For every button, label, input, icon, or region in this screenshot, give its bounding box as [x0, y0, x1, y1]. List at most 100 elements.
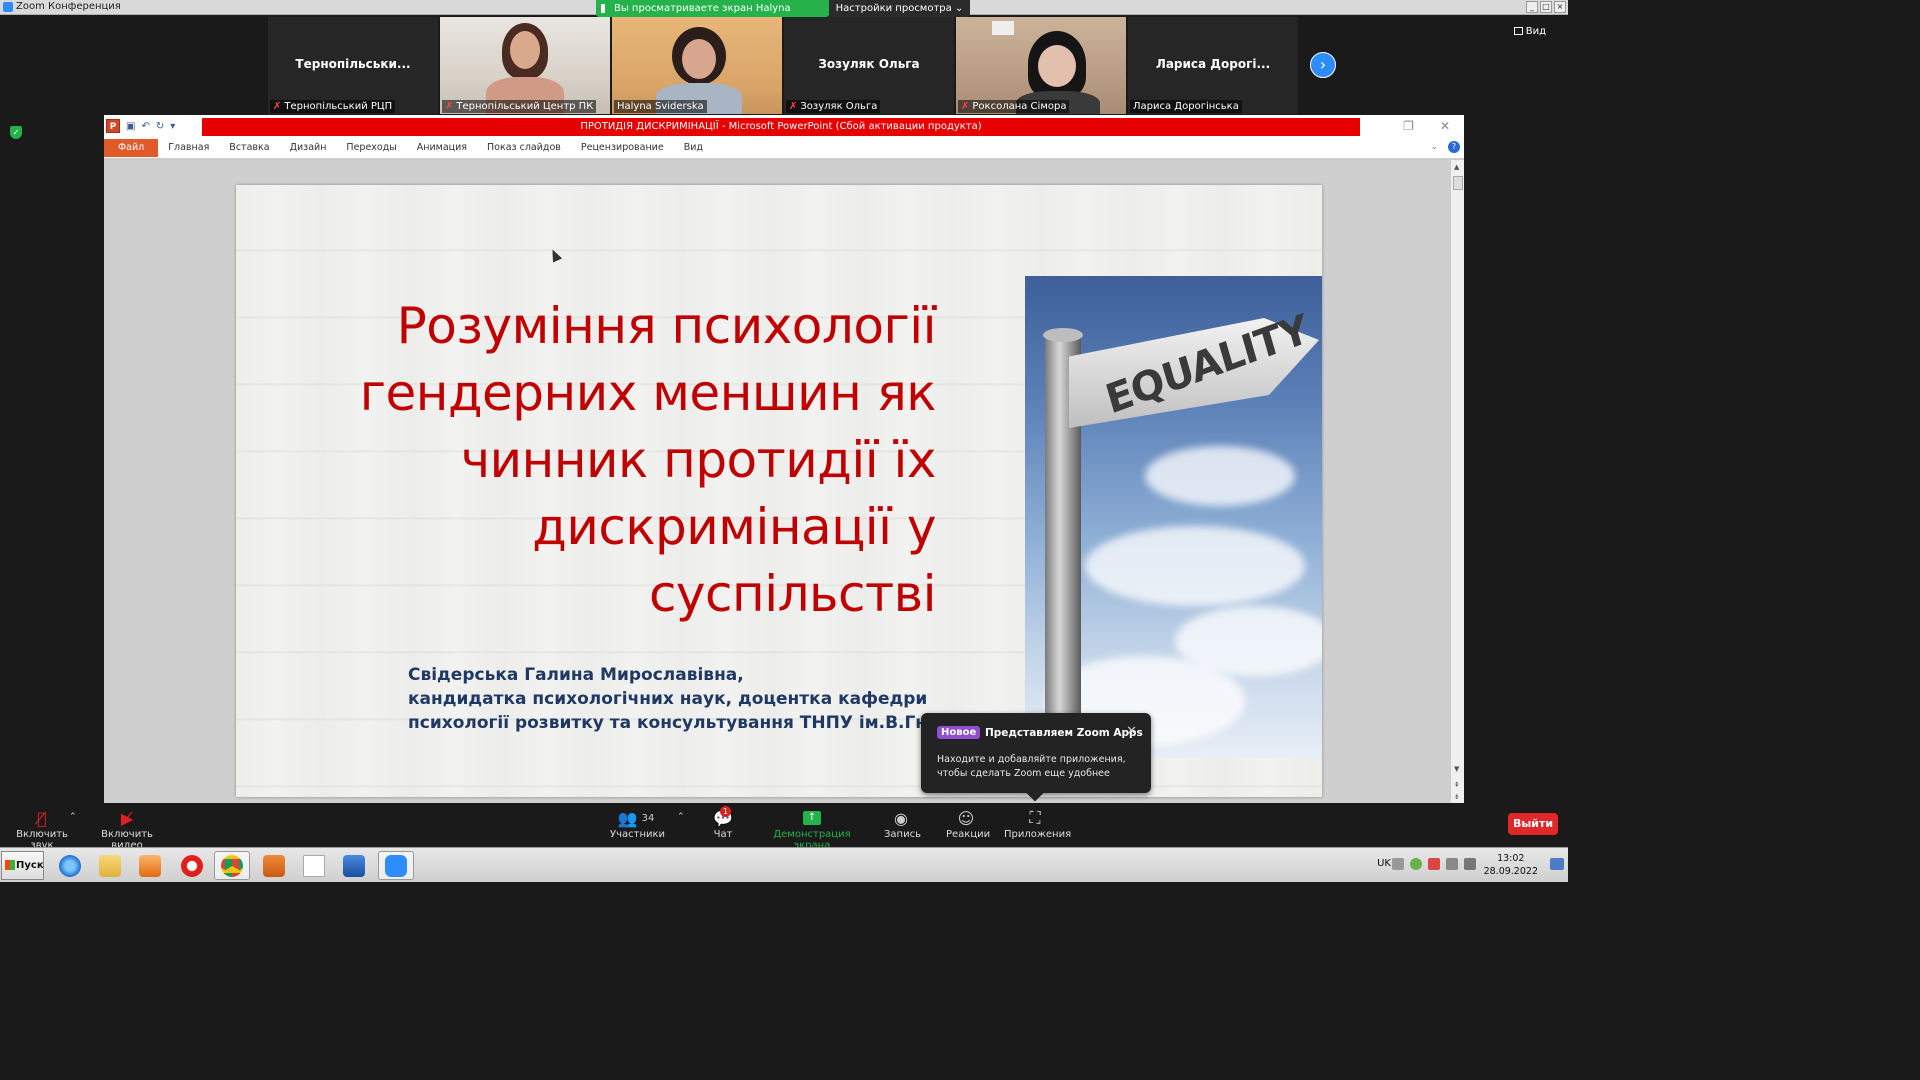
gallery-next-button[interactable]: › — [1310, 52, 1336, 78]
save-icon[interactable]: ▣ — [126, 121, 135, 132]
tray-expand-icon[interactable] — [1392, 858, 1404, 870]
prev-slide-icon[interactable]: ⇞ — [1454, 781, 1460, 789]
sign-pole-top — [1043, 328, 1083, 342]
view-settings-button[interactable]: Настройки просмотра ⌄ — [829, 0, 970, 17]
clock-date: 28.09.2022 — [1483, 866, 1538, 877]
author-line: психології розвитку та консультування ТН… — [408, 713, 988, 733]
participants-button[interactable]: 👥 34 Участники — [610, 807, 666, 841]
language-indicator[interactable]: UK — [1377, 858, 1391, 869]
participant-tile[interactable]: ✗ Роксолана Сімора — [956, 17, 1126, 114]
taskbar-opera[interactable] — [174, 851, 210, 880]
scroll-up-icon[interactable]: ▲ — [1454, 163, 1459, 171]
reactions-button[interactable]: ☺ Реакции — [946, 807, 990, 841]
participant-name-large: Лариса Дорогі... — [1155, 57, 1271, 71]
taskbar-media[interactable] — [132, 851, 168, 880]
participant-label: ✗ Тернопільський Центр ПК — [442, 100, 597, 113]
participant-label: Halyna Sviderska — [614, 100, 707, 113]
powerpoint-logo-icon: P — [106, 119, 120, 133]
unmute-button[interactable]: 🎙̸ Включить звук — [8, 807, 76, 852]
minimize-button[interactable]: _ — [1526, 1, 1538, 13]
tab-insert[interactable]: Вставка — [219, 142, 279, 153]
share-screen-button[interactable]: ↑ Демонстрация экрана — [762, 807, 862, 851]
ribbon-right-controls: ⌄ ? — [1430, 141, 1460, 153]
window-title: Zoom Конференция — [16, 1, 121, 12]
view-toggle-button[interactable]: Вид — [1513, 26, 1546, 37]
speaker-icon — [601, 4, 609, 13]
next-slide-icon[interactable]: ⇟ — [1454, 793, 1460, 801]
scroll-down-icon[interactable]: ▼ — [1454, 765, 1459, 773]
mic-muted-icon: ✗ — [273, 101, 282, 112]
ppt-restore-button[interactable]: ❐ — [1403, 119, 1414, 133]
ribbon-expand-icon[interactable]: ⌄ — [1430, 142, 1438, 152]
apps-icon: ⛶ — [1029, 808, 1041, 827]
taskbar-word[interactable] — [336, 851, 372, 880]
help-icon[interactable]: ? — [1448, 141, 1460, 153]
taskbar-document[interactable] — [296, 851, 332, 880]
screen: Zoom Конференция _ □ × Вы просматриваете… — [0, 0, 1568, 882]
chat-label: Чат — [713, 829, 733, 840]
tab-file[interactable]: Файл — [104, 138, 159, 157]
slide-title-line: дискримінації у суспільстві — [532, 498, 936, 623]
taskbar-powerpoint[interactable] — [256, 851, 292, 880]
view-toggle-label: Вид — [1525, 26, 1546, 37]
participant-tile[interactable]: Тернопільськи... ✗ Тернопільський РЦП — [268, 17, 438, 114]
close-button[interactable]: × — [1554, 1, 1566, 13]
slide-title-line: Розуміння психології — [396, 297, 937, 355]
start-video-button[interactable]: ▶̸ Включить видео — [89, 807, 165, 852]
participant-tile[interactable]: ✗ Тернопільський Центр ПК — [440, 17, 610, 114]
security-shield-icon: ✓ — [10, 126, 22, 139]
participants-label: Участники — [610, 829, 666, 840]
taskbar-zoom[interactable] — [378, 851, 414, 880]
zoom-apps-popup: Новое Представляем Zoom Apps ✕ Находите … — [921, 713, 1151, 802]
ppt-close-button[interactable]: ✕ — [1440, 119, 1450, 133]
tab-transitions[interactable]: Переходы — [336, 142, 406, 153]
participants-options-caret[interactable]: ⌃ — [677, 812, 685, 822]
mic-off-icon: 🎙̸ — [37, 808, 47, 828]
leave-button[interactable]: Выйти — [1508, 813, 1558, 835]
tab-slideshow[interactable]: Показ слайдов — [477, 142, 571, 153]
network-icon[interactable] — [1446, 858, 1458, 870]
customize-qat-icon[interactable]: ▾ — [170, 121, 175, 132]
record-button[interactable]: ◉ Запись — [884, 807, 921, 841]
start-button[interactable]: Пуск — [1, 851, 44, 880]
taskbar-chrome[interactable] — [214, 851, 250, 880]
reactions-label: Реакции — [946, 829, 991, 840]
participant-label-text: Halyna Sviderska — [617, 101, 704, 112]
taskbar-explorer[interactable] — [92, 851, 128, 880]
audio-options-caret[interactable]: ⌃ — [69, 812, 77, 822]
tab-design[interactable]: Дизайн — [280, 142, 337, 153]
zoom-icon — [385, 854, 407, 877]
reactions-icon: ☺ — [957, 808, 975, 828]
popup-close-icon[interactable]: ✕ — [1126, 724, 1137, 739]
undo-icon[interactable]: ↶ — [141, 121, 149, 132]
apps-button[interactable]: ⛶ Приложения — [1004, 807, 1071, 840]
maximize-button[interactable]: □ — [1540, 1, 1552, 13]
volume-icon[interactable] — [1464, 858, 1476, 870]
redo-icon[interactable]: ↻ — [156, 121, 164, 132]
participant-tile[interactable]: Лариса Дорогі... Лариса Дорогінська — [1128, 17, 1298, 114]
participant-tile[interactable]: Зозуляк Ольга ✗ Зозуляк Ольга — [784, 17, 954, 114]
vertical-scrollbar[interactable]: ▲ ▼ ⇞ ⇟ — [1450, 160, 1464, 803]
participant-label-text: Тернопільський Центр ПК — [456, 101, 594, 112]
system-tray: UK 13:02 28.09.2022 — [1368, 848, 1568, 883]
participant-tile-active-speaker[interactable]: Halyna Sviderska — [612, 17, 782, 114]
tray-app-icon[interactable] — [1410, 858, 1422, 870]
show-desktop-button[interactable] — [1550, 858, 1564, 870]
chat-button[interactable]: 💬 1 Чат — [708, 806, 738, 840]
tray-flag-icon[interactable] — [1428, 858, 1440, 870]
slide-title-line: чинник протидії їх — [460, 431, 937, 489]
tab-view[interactable]: Вид — [674, 142, 713, 153]
share-screen-icon: ↑ — [803, 811, 821, 825]
scrollbar-thumb[interactable] — [1453, 176, 1463, 190]
tab-home[interactable]: Главная — [158, 142, 219, 153]
zoom-toolbar: 🎙̸ Включить звук ⌃ ▶̸ Включить видео 👥 34… — [0, 803, 1568, 851]
popup-body: Находите и добавляйте приложения, чтобы … — [937, 754, 1126, 779]
tab-review[interactable]: Рецензирование — [571, 142, 674, 153]
participant-name-large: Тернопільськи... — [295, 57, 411, 71]
system-clock[interactable]: 13:02 28.09.2022 — [1484, 852, 1538, 878]
taskbar-ie[interactable] — [52, 851, 88, 880]
ppt-title-text: ПРОТИДІЯ ДИСКРИМІНАЦІЇ - Microsoft Power… — [202, 118, 1360, 136]
tray-icons — [1392, 858, 1476, 870]
tab-animations[interactable]: Анимация — [407, 142, 477, 153]
clock-time: 13:02 — [1497, 853, 1525, 864]
